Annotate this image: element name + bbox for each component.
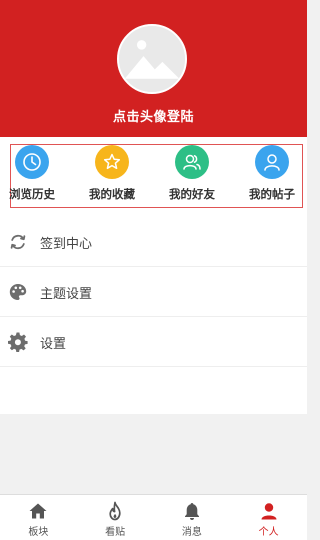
refresh-icon [8,232,28,252]
menu-item-settings[interactable]: 设置 [0,317,307,367]
quick-links: 浏览历史 我的收藏 我的好友 我的帖子 [0,137,307,217]
quick-link-history[interactable]: 浏览历史 [0,145,70,207]
tab-profile[interactable]: 个人 [230,495,307,540]
quick-link-label: 我的帖子 [249,187,295,201]
tab-label: 板块 [28,527,49,538]
person-icon [259,501,279,521]
settings-menu: 签到中心 主题设置 设置 [0,217,307,414]
quick-link-label: 我的好友 [169,187,215,201]
clock-icon [15,145,49,179]
tab-boards[interactable]: 板块 [0,495,77,540]
flame-icon [105,501,125,521]
palette-icon [8,282,28,302]
menu-item-label: 签到中心 [40,237,93,252]
avatar[interactable] [117,24,187,94]
login-prompt[interactable]: 点击头像登陆 [0,106,307,125]
menu-item-label: 设置 [40,337,67,352]
quick-link-friends[interactable]: 我的好友 [154,145,230,207]
tab-messages[interactable]: 消息 [154,495,231,540]
bottom-tab-bar: 板块 看贴 消息 个人 [0,494,307,540]
quick-link-favorites[interactable]: 我的收藏 [74,145,150,207]
quick-link-posts[interactable]: 我的帖子 [234,145,310,207]
tab-label: 看贴 [105,527,126,538]
bell-icon [182,501,202,521]
menu-item-theme[interactable]: 主题设置 [0,267,307,317]
friends-icon [175,145,209,179]
home-icon [28,501,48,521]
menu-item-checkin[interactable]: 签到中心 [0,217,307,267]
quick-link-label: 我的收藏 [89,187,135,201]
tab-threads[interactable]: 看贴 [77,495,154,540]
quick-link-label: 浏览历史 [9,187,55,201]
star-icon [95,145,129,179]
tab-label: 个人 [258,527,279,538]
user-icon [255,145,289,179]
menu-item-label: 主题设置 [40,287,93,302]
menu-blank-area [0,367,307,414]
gear-icon [8,332,28,352]
tab-label: 消息 [181,527,202,538]
image-placeholder-icon [119,26,185,92]
profile-header: 点击头像登陆 [0,0,307,137]
